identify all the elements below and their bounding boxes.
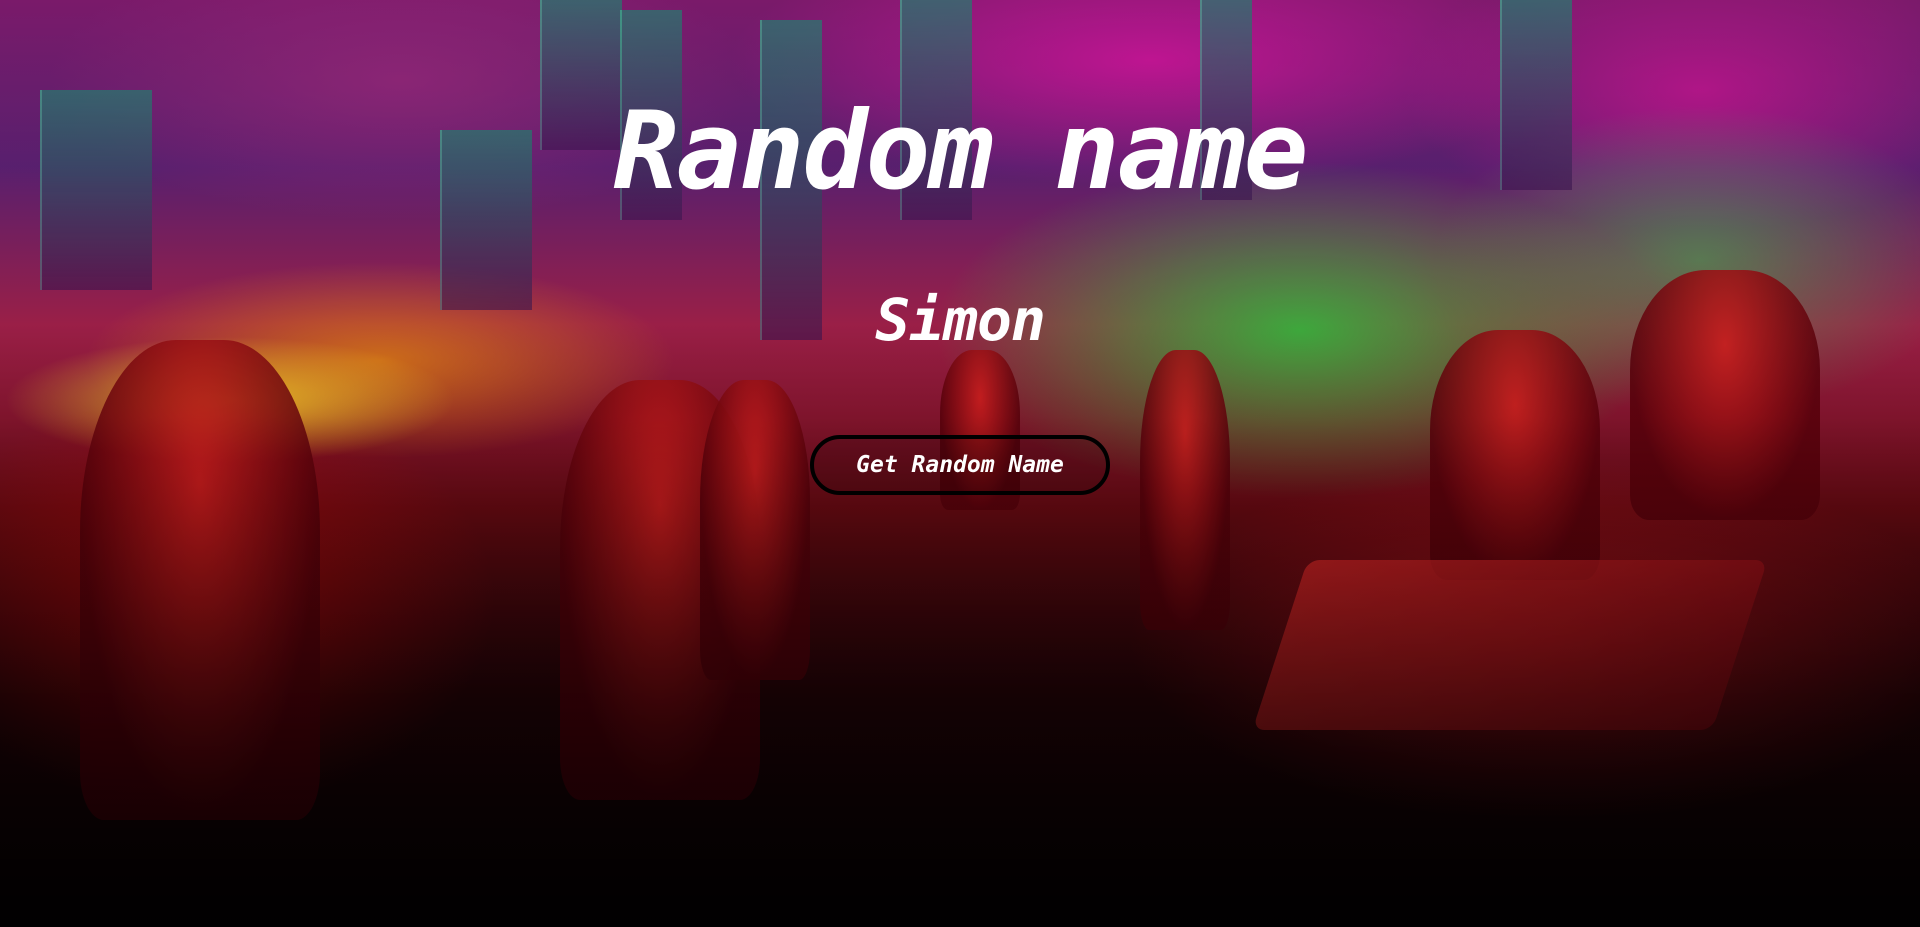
page-title: Random name xyxy=(613,89,1308,214)
get-random-name-button[interactable]: Get Random Name xyxy=(810,435,1110,495)
main-content: Random name Simon Get Random Name xyxy=(0,0,1920,927)
generated-name: Simon xyxy=(875,286,1046,354)
